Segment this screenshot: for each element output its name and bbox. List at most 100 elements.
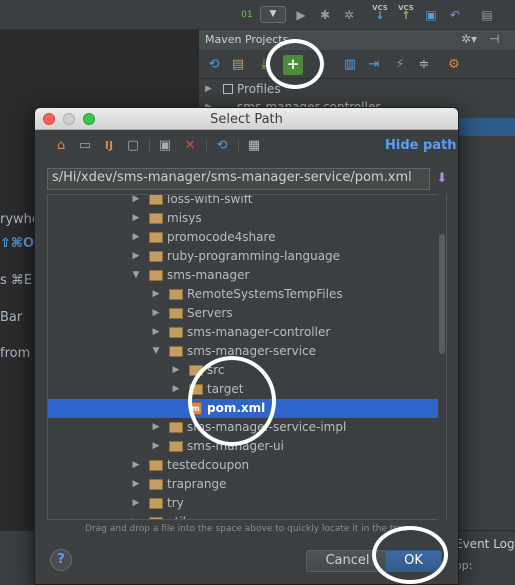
project-icon[interactable]: IJ [101, 138, 117, 154]
toggle-offline-icon[interactable]: ⇥ [365, 56, 383, 74]
toolbar-separator [238, 139, 239, 153]
run-config-icon[interactable]: 01 [238, 6, 256, 24]
scrollbar-thumb[interactable] [439, 234, 445, 354]
download-icon[interactable]: ⤓ [255, 56, 273, 74]
tree-row[interactable]: ▶ sms-manager-controller [48, 323, 446, 342]
collapse-all-icon[interactable]: ≑ [415, 56, 433, 74]
new-folder-icon[interactable]: ▣ [157, 138, 173, 154]
ok-button[interactable]: OK [385, 550, 442, 572]
event-log-tab[interactable]: Event Log [455, 537, 515, 551]
refresh-icon[interactable]: ⟲ [214, 138, 230, 154]
editor-shortcut: ⇧⌘O [0, 236, 35, 251]
tree-scrollbar[interactable] [438, 194, 446, 520]
tree-row[interactable]: ▶ sms-manager-service-impl [48, 418, 446, 437]
coverage-icon[interactable]: ✲ [340, 6, 358, 24]
generate-sources-icon[interactable]: ▤ [229, 56, 247, 74]
toolbar-separator [149, 139, 150, 153]
folder-icon [149, 460, 163, 471]
expand-arrow-icon[interactable]: ▶ [151, 323, 161, 342]
collapse-arrow-icon[interactable]: ▼ [131, 266, 141, 285]
folder-icon [149, 479, 163, 490]
history-icon[interactable]: ▣ [422, 6, 440, 24]
folder-icon [169, 441, 183, 452]
run-icon[interactable]: ▶ [292, 6, 310, 24]
expand-arrow-icon[interactable]: ▶ [131, 494, 141, 513]
maven-header: Maven Projects ✲▾ ⊣ [199, 30, 515, 50]
maven-tree-item[interactable]: ▶ Profiles [199, 80, 515, 98]
folder-icon [149, 498, 163, 509]
cancel-button[interactable]: Cancel [306, 550, 389, 572]
tree-row-label: sms-manager-service [187, 344, 317, 358]
expand-arrow-icon[interactable]: ▶ [131, 228, 141, 247]
drag-drop-hint: Drag and drop a file into the space abov… [85, 524, 408, 534]
tree-row-label: sms-manager-ui [187, 439, 284, 453]
expand-arrow-icon[interactable]: ▶ [151, 418, 161, 437]
add-maven-project-button[interactable]: + [283, 55, 303, 75]
tree-row[interactable]: ▼ sms-manager-service [48, 342, 446, 361]
tree-row-label: testedcoupon [167, 458, 250, 472]
maven-settings-icon[interactable]: ⚙ [445, 56, 463, 74]
expand-arrow-icon[interactable]: ▶ [131, 247, 141, 266]
tree-row[interactable]: ▶ promocode4share [48, 228, 446, 247]
desktop-icon[interactable]: ▭ [77, 138, 93, 154]
folder-icon [149, 195, 163, 205]
tree-row-label: loss-with-swift [167, 194, 253, 206]
tree-row[interactable]: ▶ ruby-programming-language [48, 247, 446, 266]
tree-row[interactable]: ▼ sms-manager [48, 266, 446, 285]
tree-row[interactable]: ▶ sms-manager-ui [48, 437, 446, 456]
tree-row[interactable]: ▶ testedcoupon [48, 456, 446, 475]
hide-panel-icon[interactable]: ⊣ [489, 32, 499, 46]
expand-arrow-icon[interactable]: ▶ [131, 456, 141, 475]
expand-arrow-icon[interactable]: ▶ [151, 437, 161, 456]
skip-tests-icon[interactable]: ⚡ [391, 56, 409, 74]
tree-row-label: promocode4share [167, 230, 276, 244]
expand-arrow-icon[interactable]: ▶ [151, 285, 161, 304]
tree-row[interactable]: ▶ utils [48, 513, 446, 519]
vcs-update-icon[interactable]: VCS ↓ [371, 4, 389, 22]
expand-arrow-icon[interactable]: ▶ [131, 513, 141, 519]
tree-row[interactable]: ▶ RemoteSystemsTempFiles [48, 285, 446, 304]
path-history-icon[interactable]: ⬇ [434, 170, 450, 188]
execute-goal-icon[interactable]: ▥ [341, 56, 359, 74]
expand-arrow-icon[interactable]: ▶ [151, 304, 161, 323]
vcs-commit-icon[interactable]: VCS ↑ [397, 4, 415, 22]
folder-icon [149, 213, 163, 224]
delete-icon[interactable]: ✕ [182, 138, 198, 154]
settings-icon[interactable]: ✲▾ [461, 32, 477, 46]
show-hidden-icon[interactable]: ▦ [246, 138, 262, 154]
tree-row-label: misys [167, 211, 202, 225]
expand-arrow-icon[interactable]: ▶ [171, 380, 181, 399]
tree-row[interactable]: ▶ src [48, 361, 446, 380]
home-icon[interactable]: ⌂ [53, 138, 69, 154]
help-button[interactable]: ? [50, 549, 72, 571]
path-input[interactable]: s/Hi/xdev/sms-manager/sms-manager-servic… [47, 168, 430, 190]
maven-toolbar: ⟲ ▤ ⤓ + ▥ ⇥ ⚡ ≑ ⚙ [199, 51, 515, 79]
tree-row-label: utils [167, 513, 192, 519]
tree-row-selected[interactable]: m pom.xml [48, 399, 446, 418]
debug-icon[interactable]: ✱ [316, 6, 334, 24]
tree-row[interactable]: ▶ Servers [48, 304, 446, 323]
collapse-arrow-icon[interactable]: ▼ [151, 342, 161, 361]
structure-icon[interactable]: ▤ [478, 6, 496, 24]
expand-arrow-icon[interactable]: ▶ [131, 195, 141, 209]
expand-arrow-icon[interactable]: ▶ [205, 80, 212, 98]
run-config-dropdown[interactable]: ▼ [260, 6, 286, 23]
expand-arrow-icon[interactable]: ▶ [131, 475, 141, 494]
folder-icon [189, 384, 203, 395]
revert-icon[interactable]: ↶ [446, 6, 464, 24]
tree-row[interactable]: ▶ traprange [48, 475, 446, 494]
main-toolbar: 01 ▼ ▶ ✱ ✲ VCS ↓ VCS ↑ ▣ ↶ ▤ [0, 0, 515, 30]
tree-row-label: pom.xml [207, 401, 266, 415]
tree-row[interactable]: ▶ try [48, 494, 446, 513]
tree-row[interactable]: ▶ target [48, 380, 446, 399]
expand-arrow-icon[interactable]: ▶ [171, 361, 181, 380]
tree-row[interactable]: ▶ misys [48, 209, 446, 228]
tree-row-label: target [207, 382, 244, 396]
module-icon[interactable]: ▢ [125, 138, 141, 154]
reimport-icon[interactable]: ⟲ [205, 56, 223, 74]
profiles-icon [223, 84, 233, 94]
expand-arrow-icon[interactable]: ▶ [131, 209, 141, 228]
hide-path-link[interactable]: Hide path [385, 138, 457, 153]
tree-row-label: try [167, 496, 184, 510]
tree-row[interactable]: ▶ loss-with-swift [48, 194, 446, 209]
